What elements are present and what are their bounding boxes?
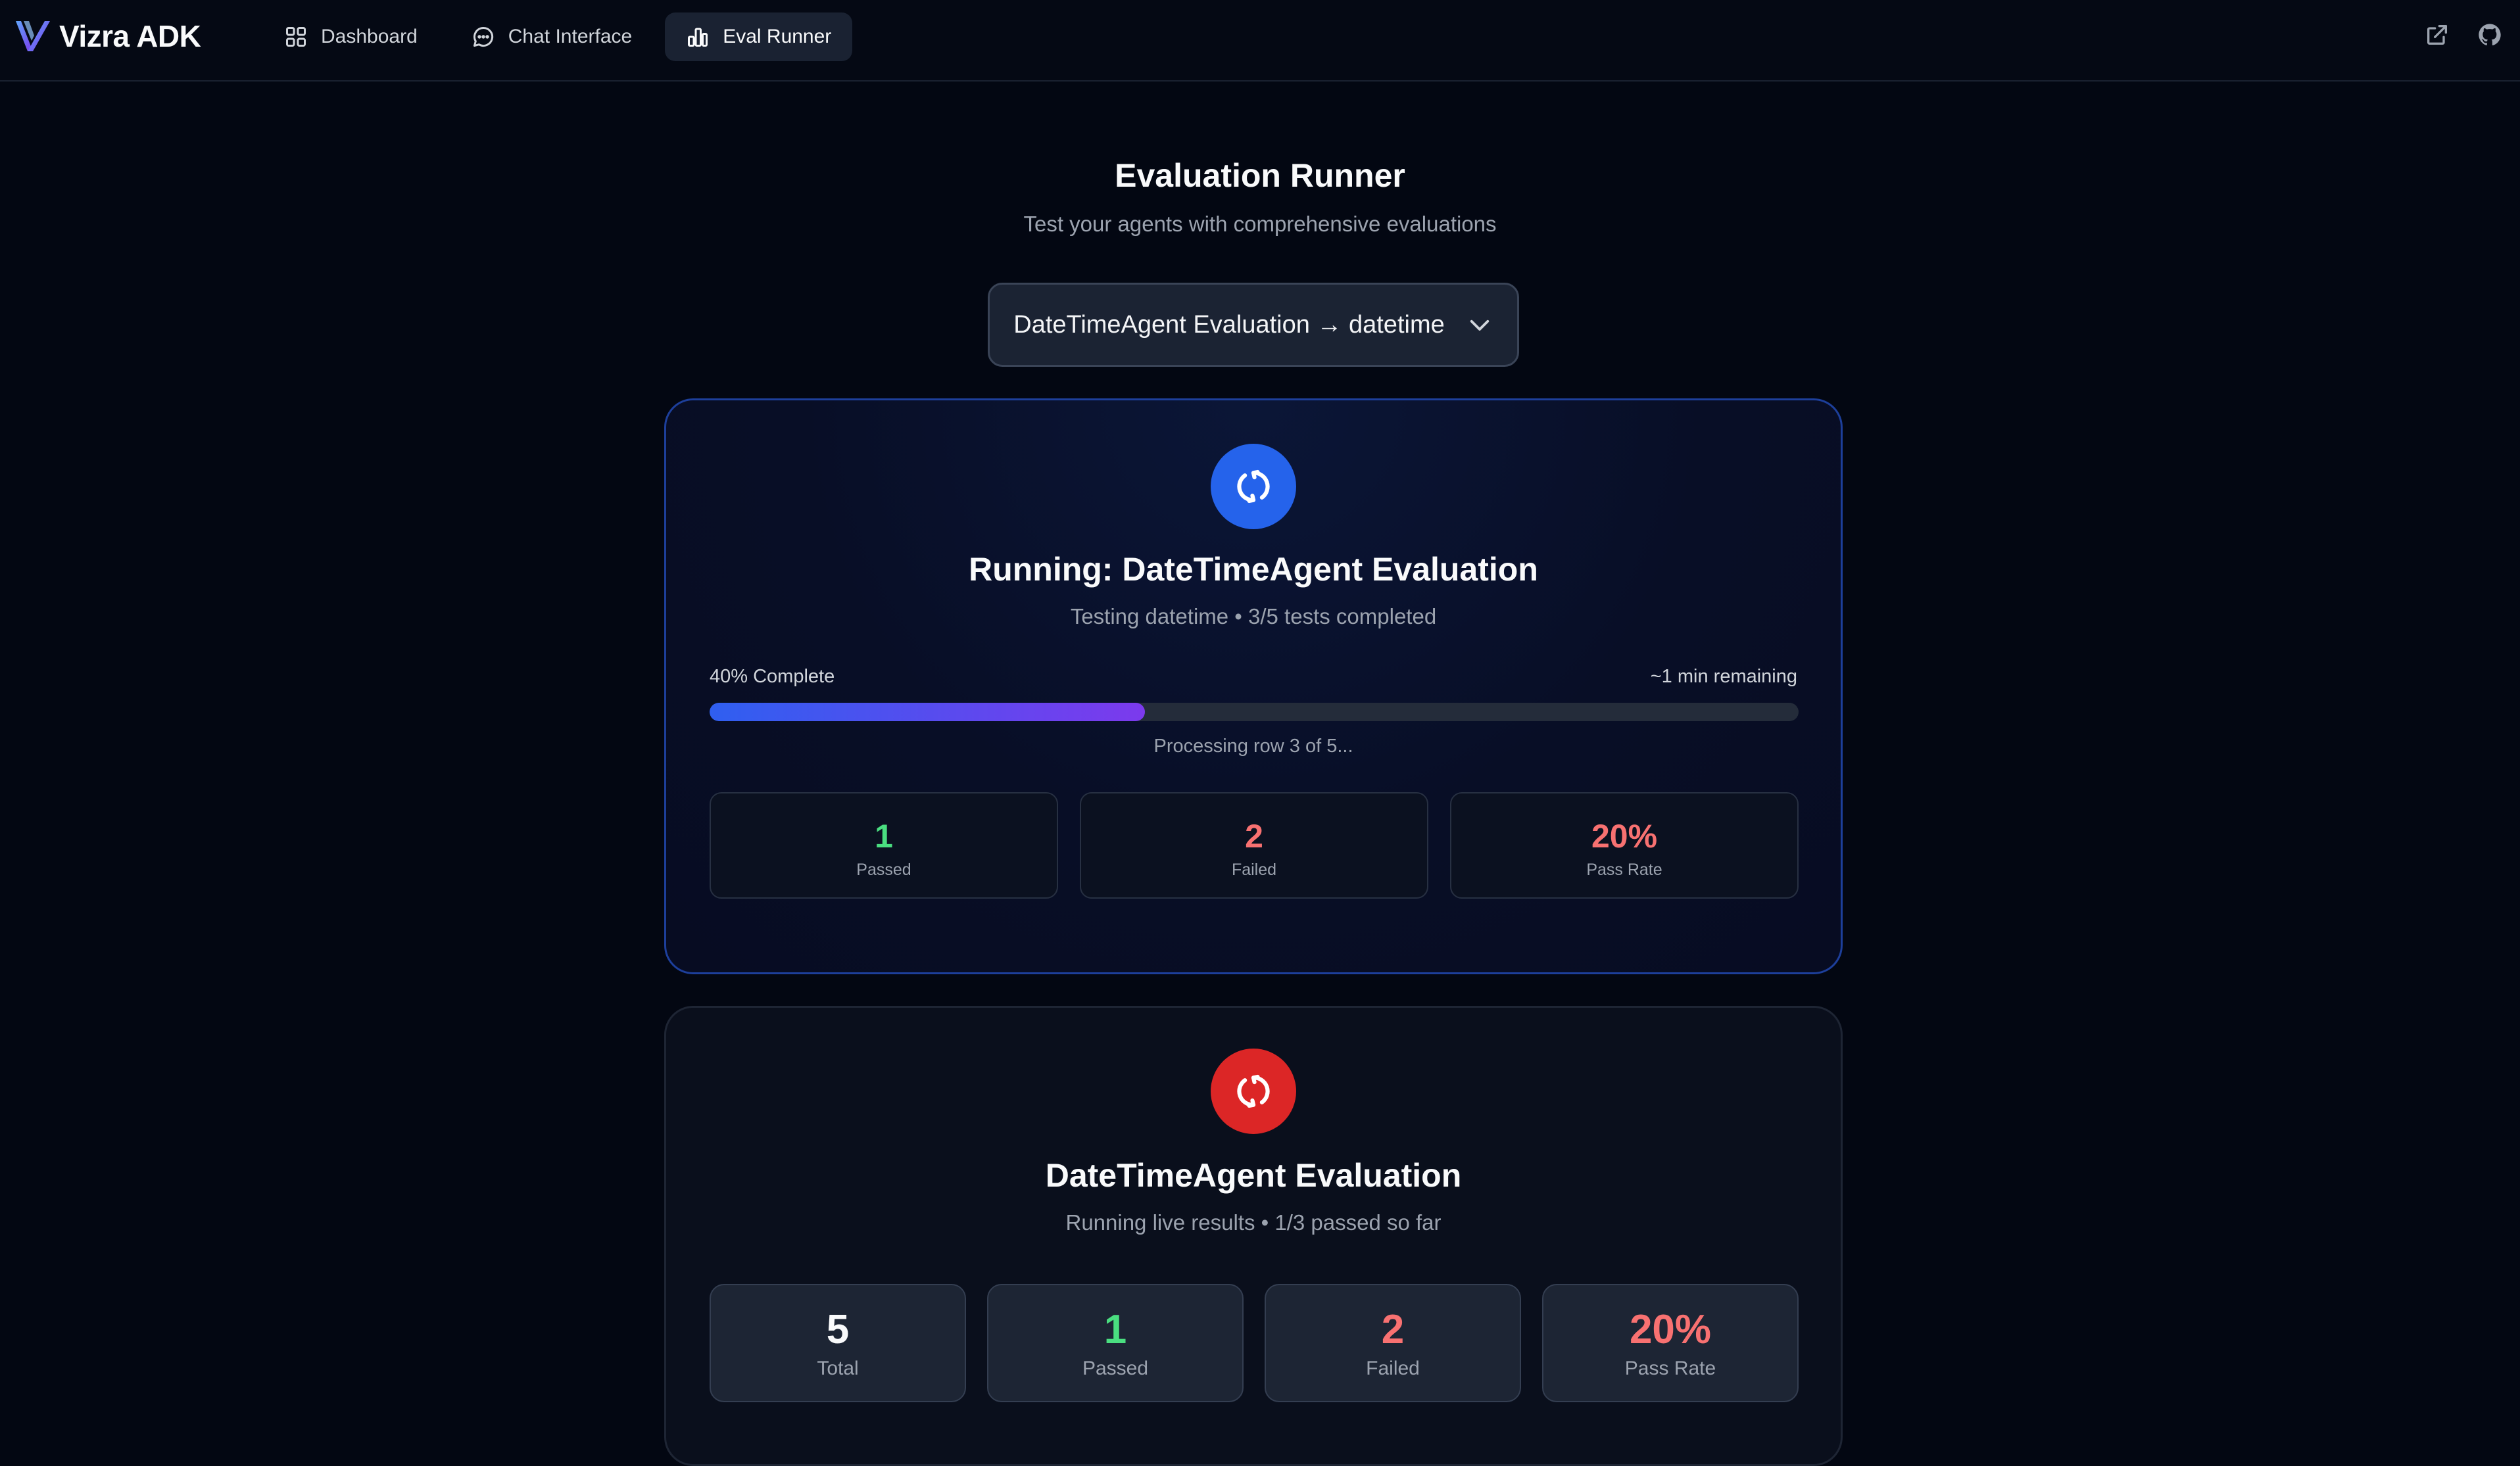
progress-bar-fill [710,703,1146,721]
time-remaining-label: ~1 min remaining [1650,666,1797,687]
top-navbar: Vizra ADK Dashboard Chat Interface Eval … [0,0,2520,82]
nav-chat-label: Chat Interface [508,26,633,47]
running-subtitle: Testing datetime • 3/5 tests completed [1070,604,1437,628]
stat-passed-label: Passed [856,861,911,879]
stat-pass-rate: 20% Pass Rate [1450,792,1799,899]
stat-failed-label: Failed [1231,861,1277,879]
summary-passed-label: Passed [1082,1358,1149,1379]
nav-eval-runner-label: Eval Runner [723,26,832,47]
main-nav: Dashboard Chat Interface Eval Runner [263,12,853,61]
vizra-logo-icon [16,21,50,51]
results-status-badge [1211,1049,1296,1134]
page-title: Evaluation Runner [1115,157,1405,194]
running-title: Running: DateTimeAgent Evaluation [969,551,1538,588]
chevron-down-icon [1470,319,1489,331]
brand-name: Vizra ADK [59,19,201,53]
summary-total-value: 5 [826,1307,850,1352]
progress-bar [710,703,1799,721]
grid-icon [286,27,306,47]
results-subtitle: Running live results • 1/3 passed so far [1065,1210,1442,1235]
stat-failed: 2 Failed [1080,792,1428,899]
running-status-badge [1211,444,1296,529]
summary-pass-rate: 20% Pass Rate [1542,1284,1799,1402]
stat-pass-rate-value: 20% [1591,818,1658,855]
progress-note: Processing row 3 of 5... [1153,736,1353,757]
page-subtitle: Test your agents with comprehensive eval… [1023,212,1497,236]
summary-failed: 2 Failed [1265,1284,1521,1402]
top-actions [2424,22,2503,48]
brand-logo[interactable]: Vizra ADK [13,17,201,55]
results-card: DateTimeAgent Evaluation Running live re… [664,1006,1843,1466]
summary-pass-rate-value: 20% [1629,1307,1712,1352]
summary-failed-label: Failed [1366,1358,1420,1379]
stat-pass-rate-label: Pass Rate [1586,861,1662,879]
summary-passed-value: 1 [1103,1307,1127,1352]
refresh-icon [1237,469,1270,504]
summary-passed: 1 Passed [987,1284,1244,1402]
bar-chart-icon [688,28,708,47]
stat-passed: 1 Passed [710,792,1058,899]
evaluation-select-value: DateTimeAgent Evaluation → datetime [1013,310,1445,339]
nav-dashboard-label: Dashboard [321,26,418,47]
running-evaluation-card: Running: DateTimeAgent Evaluation Testin… [664,398,1843,974]
summary-pass-rate-label: Pass Rate [1624,1358,1716,1379]
github-icon[interactable] [2477,22,2503,48]
refresh-icon [1237,1074,1270,1108]
stat-failed-value: 2 [1245,818,1263,855]
stat-passed-value: 1 [875,818,893,855]
results-title: DateTimeAgent Evaluation [1045,1157,1462,1194]
chat-bubble-icon [473,26,493,47]
summary-total-label: Total [817,1358,859,1379]
nav-chat-interface[interactable]: Chat Interface [450,12,653,61]
summary-failed-value: 2 [1381,1307,1405,1352]
summary-total: 5 Total [710,1284,966,1402]
evaluation-select[interactable]: DateTimeAgent Evaluation → datetime [988,283,1519,367]
nav-eval-runner[interactable]: Eval Runner [665,12,853,61]
external-link-icon[interactable] [2424,22,2450,48]
nav-dashboard[interactable]: Dashboard [263,12,439,61]
progress-percent-label: 40% Complete [710,666,835,687]
